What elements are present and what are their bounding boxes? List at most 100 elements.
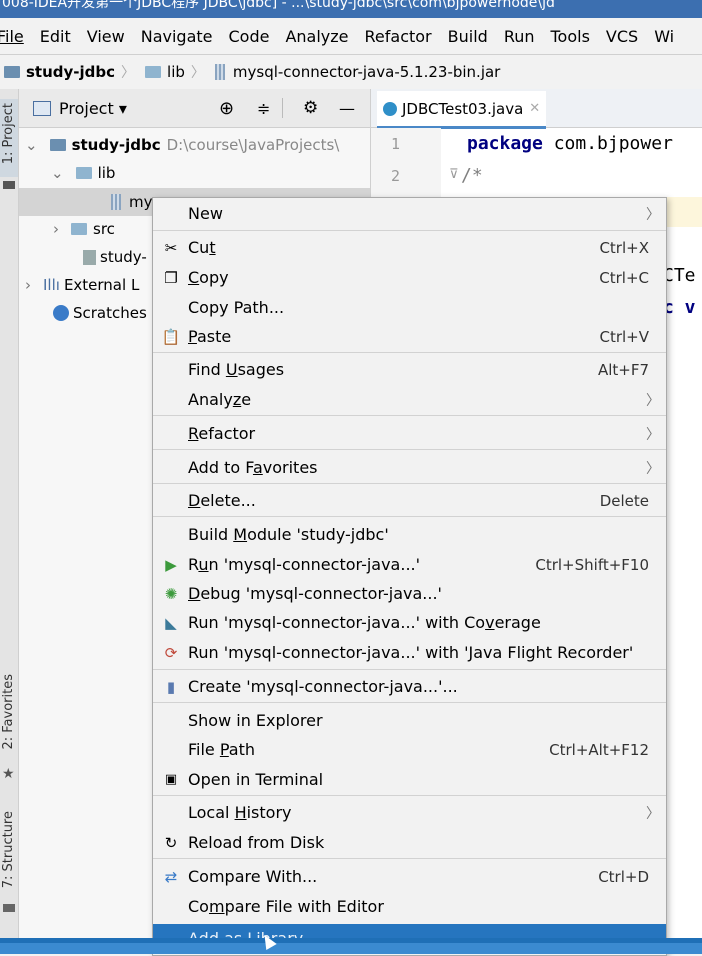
menu-item-run[interactable]: ▶ Run 'mysql-connector-java...' Ctrl+Shift… xyxy=(153,550,666,579)
menu-window[interactable]: Wi xyxy=(654,27,674,46)
submenu-arrow-icon: 〉 xyxy=(646,805,660,822)
tree-item-project-root[interactable]: ⌄ study-jdbc D:\course\JavaProjects\ xyxy=(25,131,339,159)
project-tool-icon xyxy=(3,181,15,189)
breadcrumb-item-project[interactable]: study-jdbc xyxy=(4,63,115,81)
breadcrumb: study-jdbc 〉 lib 〉 mysql-connector-java-… xyxy=(0,54,702,90)
breadcrumb-item-jar[interactable]: mysql-connector-java-5.1.23-bin.jar xyxy=(214,63,500,81)
menu-item-refactor[interactable]: Refactor 〉 xyxy=(153,419,666,448)
reload-icon: ↻ xyxy=(164,833,178,852)
menu-tools[interactable]: Tools xyxy=(551,27,590,46)
tool-tab-favorites[interactable]: 2: Favorites xyxy=(0,674,18,764)
folder-icon xyxy=(145,66,162,78)
menu-bar: File Edit View Navigate Code Analyze Ref… xyxy=(0,18,702,54)
line-number: 2 xyxy=(391,167,401,185)
gear-icon[interactable]: ⚙ xyxy=(303,98,318,118)
menu-item-file-path[interactable]: File Path Ctrl+Alt+F12 xyxy=(153,735,666,764)
menu-refactor[interactable]: Refactor xyxy=(365,27,432,46)
menu-item-compare-file-with-editor[interactable]: Compare File with Editor xyxy=(153,892,666,921)
tool-tab-structure[interactable]: 7: Structure xyxy=(0,811,18,899)
collapse-all-icon[interactable]: ≑ xyxy=(257,99,270,118)
project-view-dropdown[interactable]: Project ▾ xyxy=(59,99,127,118)
coverage-icon: ◣ xyxy=(165,613,177,632)
left-tool-strip: 1: Project 2: Favorites ★ 7: Structure xyxy=(0,89,19,954)
window-title-bar: 008-IDEA开发第一个JDBC程序 JDBC\jdbc] - ...\stu… xyxy=(0,0,702,18)
tree-item-src[interactable]: › src xyxy=(53,215,115,243)
breadcrumb-item-lib[interactable]: lib xyxy=(145,63,185,81)
menu-item-copy-path[interactable]: Copy Path... xyxy=(153,293,666,322)
java-class-icon xyxy=(383,101,397,116)
scratches-icon xyxy=(53,305,69,321)
project-view-icon xyxy=(33,100,51,116)
menu-item-new[interactable]: New 〉 xyxy=(153,199,666,228)
context-menu: New 〉 ✂ Cut Ctrl+X ❐ Copy Ctrl+C Copy Path...… xyxy=(152,197,667,956)
hide-panel-icon[interactable]: — xyxy=(339,99,355,118)
breadcrumb-separator-icon: 〉 xyxy=(121,65,136,81)
code-line[interactable]: package com.bjpower xyxy=(467,133,673,154)
submenu-arrow-icon: 〉 xyxy=(646,206,660,223)
folder-icon xyxy=(71,223,87,235)
menu-navigate[interactable]: Navigate xyxy=(141,27,213,46)
line-number: 1 xyxy=(391,135,401,153)
bottom-taskbar-highlight xyxy=(0,943,702,954)
copy-icon: ❐ xyxy=(164,268,178,287)
menu-vcs[interactable]: VCS xyxy=(606,27,638,46)
chevron-right-icon: › xyxy=(53,220,59,238)
scissors-icon: ✂ xyxy=(164,238,178,257)
menu-item-show-in-explorer[interactable]: Show in Explorer xyxy=(153,706,666,735)
code-fragment: CTe xyxy=(663,265,696,286)
menu-item-create-config[interactable]: ▮ Create 'mysql-connector-java...'... xyxy=(153,672,666,701)
chevron-right-icon: › xyxy=(25,276,31,294)
create-config-icon: ▮ xyxy=(166,677,176,696)
menu-analyze[interactable]: Analyze xyxy=(285,27,348,46)
menu-view[interactable]: View xyxy=(87,27,125,46)
menu-item-debug[interactable]: ✺ Debug 'mysql-connector-java...' xyxy=(153,579,666,608)
menu-item-reload-from-disk[interactable]: ↻ Reload from Disk xyxy=(153,828,666,857)
menu-item-run-coverage[interactable]: ◣ Run 'mysql-connector-java...' with Cove… xyxy=(153,608,666,637)
menu-item-local-history[interactable]: Local History 〉 xyxy=(153,798,666,827)
tree-item-lib[interactable]: ⌄ lib xyxy=(51,159,115,187)
library-icon: Illı xyxy=(43,276,60,294)
code-line[interactable]: /* xyxy=(461,165,483,186)
jar-icon xyxy=(111,194,121,210)
menu-build[interactable]: Build xyxy=(448,27,488,46)
module-file-icon xyxy=(83,249,96,265)
jar-icon xyxy=(214,64,225,80)
menu-item-paste[interactable]: 📋 Paste Ctrl+V xyxy=(153,322,666,351)
menu-item-analyze[interactable]: Analyze 〉 xyxy=(153,385,666,414)
menu-item-run-flight-recorder[interactable]: ⟳ Run 'mysql-connector-java...' with 'Jav… xyxy=(153,638,666,667)
menu-code[interactable]: Code xyxy=(229,27,270,46)
menu-item-cut[interactable]: ✂ Cut Ctrl+X xyxy=(153,233,666,262)
project-folder-icon xyxy=(4,66,20,78)
project-folder-icon xyxy=(49,139,66,151)
menu-item-build-module[interactable]: Build Module 'study-jdbc' xyxy=(153,520,666,549)
menu-edit[interactable]: Edit xyxy=(40,27,71,46)
menu-file[interactable]: File xyxy=(0,27,24,46)
tree-item-external-libraries[interactable]: › Illı External L xyxy=(25,271,139,299)
menu-item-delete[interactable]: Delete... Delete xyxy=(153,486,666,515)
menu-item-compare-with[interactable]: ⇄ Compare With... Ctrl+D xyxy=(153,862,666,891)
tree-item-jar[interactable]: my xyxy=(111,188,153,216)
submenu-arrow-icon: 〉 xyxy=(646,426,660,443)
paste-icon: 📋 xyxy=(161,327,181,346)
tree-item-scratches[interactable]: Scratches xyxy=(53,299,147,327)
fold-icon[interactable]: ⊽ xyxy=(449,167,459,182)
editor-tab-bar: JDBCTest03.java ✕ xyxy=(371,89,702,129)
tree-item-iml[interactable]: study- xyxy=(83,243,147,271)
editor-tab[interactable]: JDBCTest03.java ✕ xyxy=(377,91,547,129)
menu-item-copy[interactable]: ❐ Copy Ctrl+C xyxy=(153,263,666,292)
menu-run[interactable]: Run xyxy=(504,27,535,46)
window-title: 008-IDEA开发第一个JDBC程序 JDBC\jdbc] - ...\stu… xyxy=(2,0,555,11)
tool-tab-project[interactable]: 1: Project xyxy=(0,99,18,177)
breadcrumb-separator-icon: 〉 xyxy=(190,65,205,81)
menu-item-add-to-favorites[interactable]: Add to Favorites 〉 xyxy=(153,453,666,482)
debug-icon: ✺ xyxy=(164,584,178,603)
submenu-arrow-icon: 〉 xyxy=(646,392,660,409)
run-icon: ▶ xyxy=(165,555,177,574)
menu-item-open-in-terminal[interactable]: ▣ Open in Terminal xyxy=(153,765,666,794)
code-fragment: c v xyxy=(663,297,696,318)
menu-item-find-usages[interactable]: Find Usages Alt+F7 xyxy=(153,355,666,384)
close-tab-icon[interactable]: ✕ xyxy=(529,101,540,116)
folder-icon xyxy=(75,167,92,179)
project-panel-header: Project ▾ ⊕ ≑ ⚙ — xyxy=(19,89,370,128)
locate-icon[interactable]: ⊕ xyxy=(219,98,234,119)
